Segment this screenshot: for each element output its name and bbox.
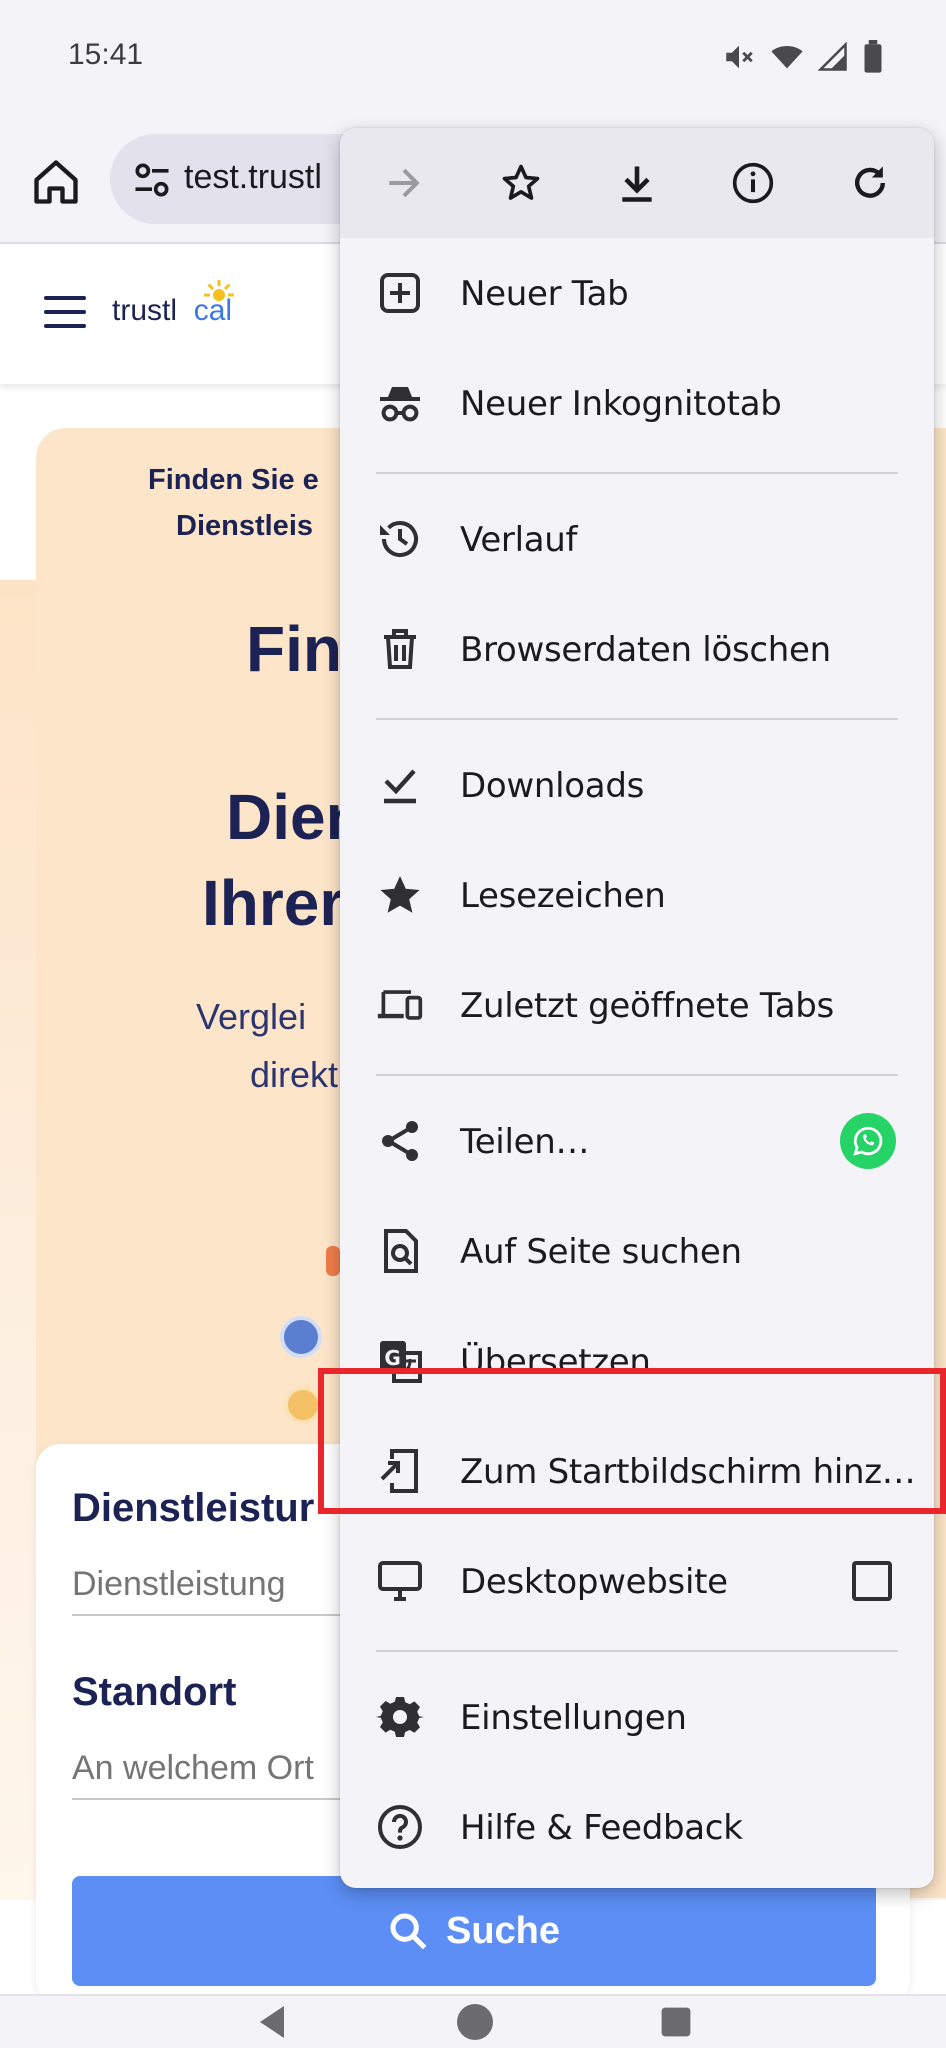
home-icon xyxy=(34,160,78,204)
hero-text-line1: Verglei xyxy=(196,996,307,1037)
menu-item-label: Zuletzt geöffnete Tabs xyxy=(460,986,834,1026)
search-button[interactable]: Suche xyxy=(72,1876,876,1986)
hero-text-line2: direkt xyxy=(250,1054,339,1095)
mute-icon xyxy=(726,45,753,69)
menu-item-recent-tabs[interactable]: Zuletzt geöffnete Tabs xyxy=(340,950,934,1060)
menu-item-settings[interactable]: Einstellungen xyxy=(340,1662,934,1772)
menu-item-label: Downloads xyxy=(460,766,645,806)
share-icon xyxy=(376,1117,424,1165)
page-info-button[interactable] xyxy=(721,151,785,215)
menu-item-label: Teilen… xyxy=(460,1122,590,1162)
status-bar: 15:41 xyxy=(0,0,946,120)
site-logo[interactable]: trustl cal xyxy=(112,280,234,328)
desktop-site-checkbox[interactable] xyxy=(852,1561,892,1601)
trash-icon xyxy=(376,625,424,673)
menu-item-new-tab[interactable]: Neuer Tab xyxy=(340,238,934,348)
status-time: 15:41 xyxy=(68,38,144,71)
desktop-icon xyxy=(376,1557,424,1605)
hero-tagline-line1: Finden Sie e xyxy=(148,464,319,496)
search-icon xyxy=(390,1913,427,1950)
hero-tagline-line2: Dienstleis xyxy=(176,510,313,542)
menu-item-label: Desktopwebsite xyxy=(460,1562,728,1602)
menu-item-find-in-page[interactable]: Auf Seite suchen xyxy=(340,1196,934,1306)
menu-item-downloads[interactable]: Downloads xyxy=(340,730,934,840)
search-button-label: Suche xyxy=(445,1909,561,1952)
help-icon xyxy=(376,1803,424,1851)
settings-gear-icon xyxy=(376,1693,424,1741)
back-nav-icon[interactable] xyxy=(252,2002,292,2042)
decor-badge-check-icon xyxy=(284,1386,322,1424)
download-page-button[interactable] xyxy=(605,151,669,215)
devices-icon xyxy=(376,981,424,1029)
menu-divider xyxy=(376,472,898,474)
menu-item-label: Browserdaten löschen xyxy=(460,630,831,670)
reload-icon xyxy=(854,166,885,198)
highlight-box xyxy=(318,1368,946,1514)
decor-badge-blue-icon xyxy=(280,1316,322,1358)
menu-item-label: Auf Seite suchen xyxy=(460,1232,742,1272)
menu-item-label: Neuer Tab xyxy=(460,274,629,314)
recents-nav-icon[interactable] xyxy=(658,2004,694,2040)
menu-item-label: Hilfe & Feedback xyxy=(460,1808,743,1848)
hero-heading-line3: Ihrer xyxy=(202,867,345,939)
menu-item-clear-data[interactable]: Browserdaten löschen xyxy=(340,594,934,704)
menu-toolbar xyxy=(340,128,934,238)
menu-item-help[interactable]: Hilfe & Feedback xyxy=(340,1772,934,1882)
menu-item-label: Lesezeichen xyxy=(460,876,666,916)
hamburger-menu-icon[interactable] xyxy=(44,296,86,328)
whatsapp-share-icon[interactable] xyxy=(840,1113,896,1169)
svg-text:G: G xyxy=(384,1346,400,1370)
menu-item-bookmarks[interactable]: Lesezeichen xyxy=(340,840,934,950)
wifi-icon xyxy=(771,46,803,69)
battery-icon xyxy=(864,40,882,73)
browser-overflow-menu: Neuer Tab Neuer Inkognitotab Verlauf Bro… xyxy=(340,128,934,1888)
forward-icon xyxy=(389,168,420,198)
history-icon xyxy=(376,515,424,563)
menu-item-history[interactable]: Verlauf xyxy=(340,484,934,594)
logo-text-a: trustl xyxy=(112,294,178,327)
find-in-page-icon xyxy=(376,1227,424,1275)
forward-button[interactable] xyxy=(372,151,436,215)
menu-item-share[interactable]: Teilen… xyxy=(340,1086,934,1196)
menu-item-label: Verlauf xyxy=(460,520,578,560)
decor-shape xyxy=(326,1246,340,1276)
menu-item-incognito[interactable]: Neuer Inkognitotab xyxy=(340,348,934,458)
signal-icon xyxy=(818,42,847,71)
menu-item-label: Neuer Inkognitotab xyxy=(460,384,782,424)
url-text: test.trustl xyxy=(184,158,322,196)
star-icon xyxy=(502,164,539,200)
incognito-icon xyxy=(376,379,424,427)
system-nav-bar xyxy=(0,1994,946,2048)
bookmark-button[interactable] xyxy=(489,151,553,215)
service-label: Dienstleistur xyxy=(72,1486,315,1530)
new-tab-icon xyxy=(376,269,424,317)
reload-button[interactable] xyxy=(838,151,902,215)
menu-item-desktop-site[interactable]: Desktopwebsite xyxy=(340,1526,934,1636)
site-settings-icon[interactable] xyxy=(130,158,174,202)
info-icon xyxy=(733,162,774,204)
menu-divider xyxy=(376,1650,898,1652)
sun-logo-icon xyxy=(204,280,234,301)
home-nav-icon[interactable] xyxy=(455,2002,495,2042)
download-icon xyxy=(622,166,652,202)
menu-divider xyxy=(376,718,898,720)
bookmarks-star-icon xyxy=(376,871,424,919)
menu-divider xyxy=(376,1074,898,1076)
downloads-icon xyxy=(376,761,424,809)
status-icons xyxy=(722,40,884,74)
location-label: Standort xyxy=(72,1670,237,1714)
hero-heading-line1: Fin xyxy=(246,613,342,685)
home-button[interactable] xyxy=(30,156,82,208)
menu-item-label: Einstellungen xyxy=(460,1698,687,1738)
